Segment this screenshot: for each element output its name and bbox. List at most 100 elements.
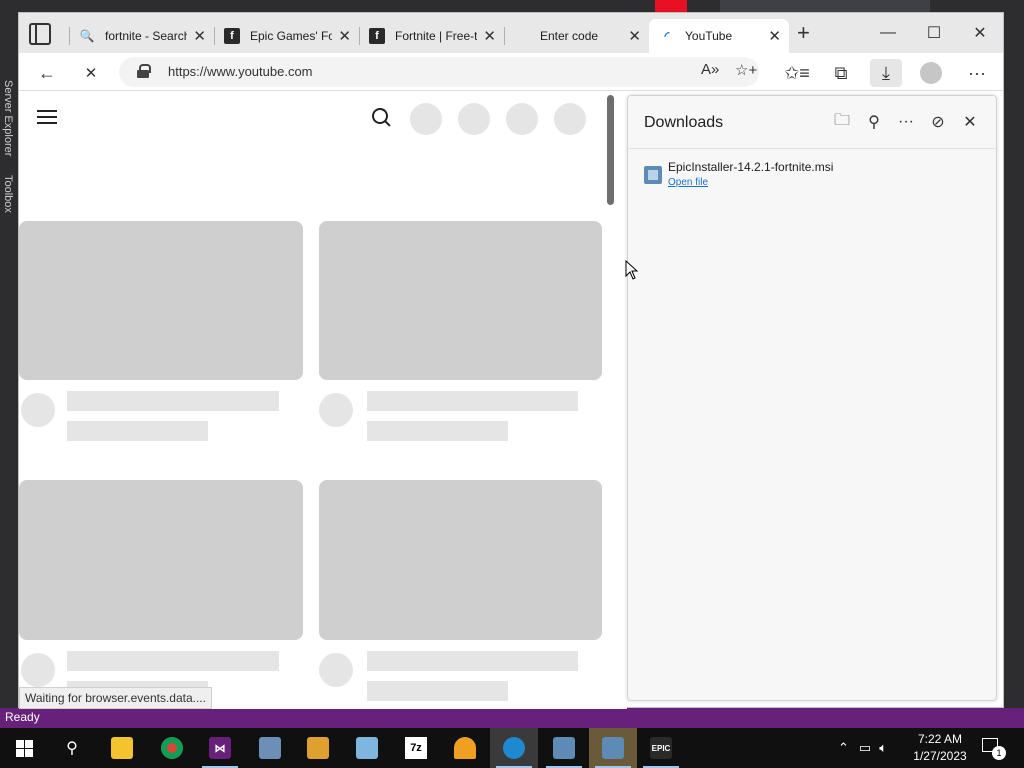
network-icon[interactable]: ▭ [859, 740, 871, 756]
taskbar-toolbox-app[interactable] [294, 728, 342, 768]
background-red-button [655, 0, 687, 12]
open-folder-icon[interactable]: 🗀 [830, 110, 854, 134]
pizza-app-icon [454, 737, 476, 759]
tab-actions-icon[interactable] [29, 23, 51, 45]
title-placeholder [367, 391, 578, 411]
minimize-button[interactable]: — [865, 13, 911, 53]
maximize-button[interactable]: ☐ [911, 13, 957, 53]
stop-loading-button[interactable]: ✕ [77, 59, 105, 87]
unpin-icon[interactable]: ⊘ [926, 110, 950, 134]
server-explorer-label[interactable]: Server Explorer [2, 80, 14, 156]
meta-placeholder [367, 681, 508, 701]
search-button[interactable]: ⚲ [48, 728, 96, 768]
tab-close-icon[interactable]: ✕ [628, 27, 641, 45]
tab-title: Epic Games' Fortnite [250, 29, 332, 43]
video-thumbnail-placeholder [319, 221, 602, 380]
taskbar-7zip[interactable]: 7z [392, 728, 440, 768]
close-icon[interactable]: ✕ [958, 110, 982, 134]
downloads-icon[interactable]: ⤓ [870, 59, 902, 87]
add-favorite-icon[interactable]: ☆+ [735, 61, 757, 79]
tab-youtube[interactable]: ◜ YouTube ✕ [649, 19, 789, 53]
search-downloads-icon[interactable]: ⚲ [862, 110, 886, 134]
video-thumbnail-placeholder [19, 480, 303, 640]
meta-placeholder [67, 421, 208, 441]
tab-fortnite-search[interactable]: 🔍 fortnite - Search ✕ [69, 19, 214, 53]
collections-icon[interactable]: ⧉ [827, 59, 855, 87]
taskbar-installer-2[interactable] [589, 728, 637, 768]
taskbar-pizza-app[interactable] [441, 728, 489, 768]
channel-avatar-placeholder [319, 653, 353, 687]
close-window-button[interactable]: ✕ [957, 13, 1003, 53]
background-window-top [0, 0, 1024, 12]
window-controls: — ☐ ✕ [865, 13, 1003, 53]
skeleton-icon-placeholder [458, 103, 490, 135]
taskbar-installer[interactable] [540, 728, 588, 768]
epic-games-icon: f [369, 28, 385, 44]
downloads-title: Downloads [644, 114, 724, 131]
browser-window: 🔍 fortnite - Search ✕ f Epic Games' Fort… [18, 12, 1004, 709]
taskbar-notepad[interactable] [343, 728, 391, 768]
ide-side-panel: Server Explorer Toolbox [0, 0, 18, 708]
tab-close-icon[interactable]: ✕ [483, 27, 496, 45]
title-placeholder [367, 651, 578, 671]
skeleton-icon-placeholder [506, 103, 538, 135]
start-button[interactable] [0, 728, 48, 768]
address-bar[interactable]: https://www.youtube.com A» ☆+ [119, 57, 759, 87]
search-icon[interactable] [372, 108, 392, 128]
epic-games-icon: f [224, 28, 240, 44]
open-file-link[interactable]: Open file [668, 177, 708, 188]
bing-search-icon: 🔍 [79, 29, 95, 43]
new-tab-button[interactable]: + [797, 22, 810, 44]
toolbox-app-icon [307, 737, 329, 759]
toolbox-label[interactable]: Toolbox [2, 175, 14, 213]
clock[interactable]: 7:22 AM 1/27/2023 [905, 731, 975, 765]
file-explorer-icon [111, 737, 133, 759]
tab-fortnite-free[interactable]: f Fortnite | Free-to-Play ✕ [359, 19, 504, 53]
msi-file-icon [644, 166, 662, 184]
tab-close-icon[interactable]: ✕ [193, 27, 206, 45]
taskbar-control-panel[interactable] [246, 728, 294, 768]
scrollbar-thumb[interactable] [607, 95, 614, 205]
more-options-icon[interactable]: ··· [894, 110, 918, 134]
download-filename: EpicInstaller-14.2.1-fortnite.msi [668, 160, 834, 174]
download-item[interactable]: EpicInstaller-14.2.1-fortnite.msi Open f… [644, 160, 984, 200]
microsoft-logo-icon [514, 28, 530, 44]
chevron-up-icon[interactable]: ⌃ [838, 740, 849, 756]
volume-icon[interactable]: 🔈︎ [879, 740, 887, 756]
channel-avatar-placeholder [319, 393, 353, 427]
tab-title: Fortnite | Free-to-Play [395, 29, 477, 43]
address-url[interactable]: https://www.youtube.com [168, 64, 313, 79]
channel-avatar-placeholder [21, 393, 55, 427]
taskbar-file-explorer[interactable] [98, 728, 146, 768]
back-button[interactable]: ← [33, 59, 61, 87]
read-aloud-icon[interactable]: A» [701, 61, 719, 78]
taskbar-edge[interactable] [490, 728, 538, 768]
hamburger-menu-icon[interactable] [37, 110, 57, 124]
taskbar-visual-studio[interactable]: ⋈ [196, 728, 244, 768]
favorites-icon[interactable]: ✩≡ [783, 59, 811, 87]
windows-logo-icon [15, 739, 33, 757]
divider [628, 148, 996, 149]
clock-time: 7:22 AM [917, 732, 963, 746]
lock-icon[interactable] [137, 64, 151, 78]
more-options-icon[interactable]: ··· [963, 59, 991, 87]
profile-avatar[interactable] [917, 59, 945, 87]
tab-close-icon[interactable]: ✕ [338, 27, 351, 45]
status-bubble: Waiting for browser.events.data.... [19, 687, 212, 709]
downloads-panel: Downloads 🗀 ⚲ ··· ⊘ ✕ EpicInstaller-14.2… [627, 95, 997, 701]
control-panel-icon [259, 737, 281, 759]
tab-enter-code[interactable]: Enter code ✕ [504, 19, 649, 53]
tab-title: Enter code [540, 29, 599, 43]
youtube-page: Waiting for browser.events.data.... [19, 91, 627, 709]
taskbar-epic-games[interactable]: EPIC [637, 728, 685, 768]
notification-badge: 1 [992, 746, 1006, 760]
tab-close-icon[interactable]: ✕ [768, 27, 781, 45]
skeleton-icon-placeholder [410, 103, 442, 135]
tab-title: fortnite - Search [105, 29, 187, 43]
video-thumbnail-placeholder [19, 221, 303, 380]
taskbar-chrome[interactable] [148, 728, 196, 768]
video-thumbnail-placeholder [319, 480, 602, 640]
page-scrollbar[interactable] [605, 91, 617, 709]
notification-button[interactable]: 1 [980, 736, 1006, 760]
tab-epic-games-fortnite[interactable]: f Epic Games' Fortnite ✕ [214, 19, 359, 53]
